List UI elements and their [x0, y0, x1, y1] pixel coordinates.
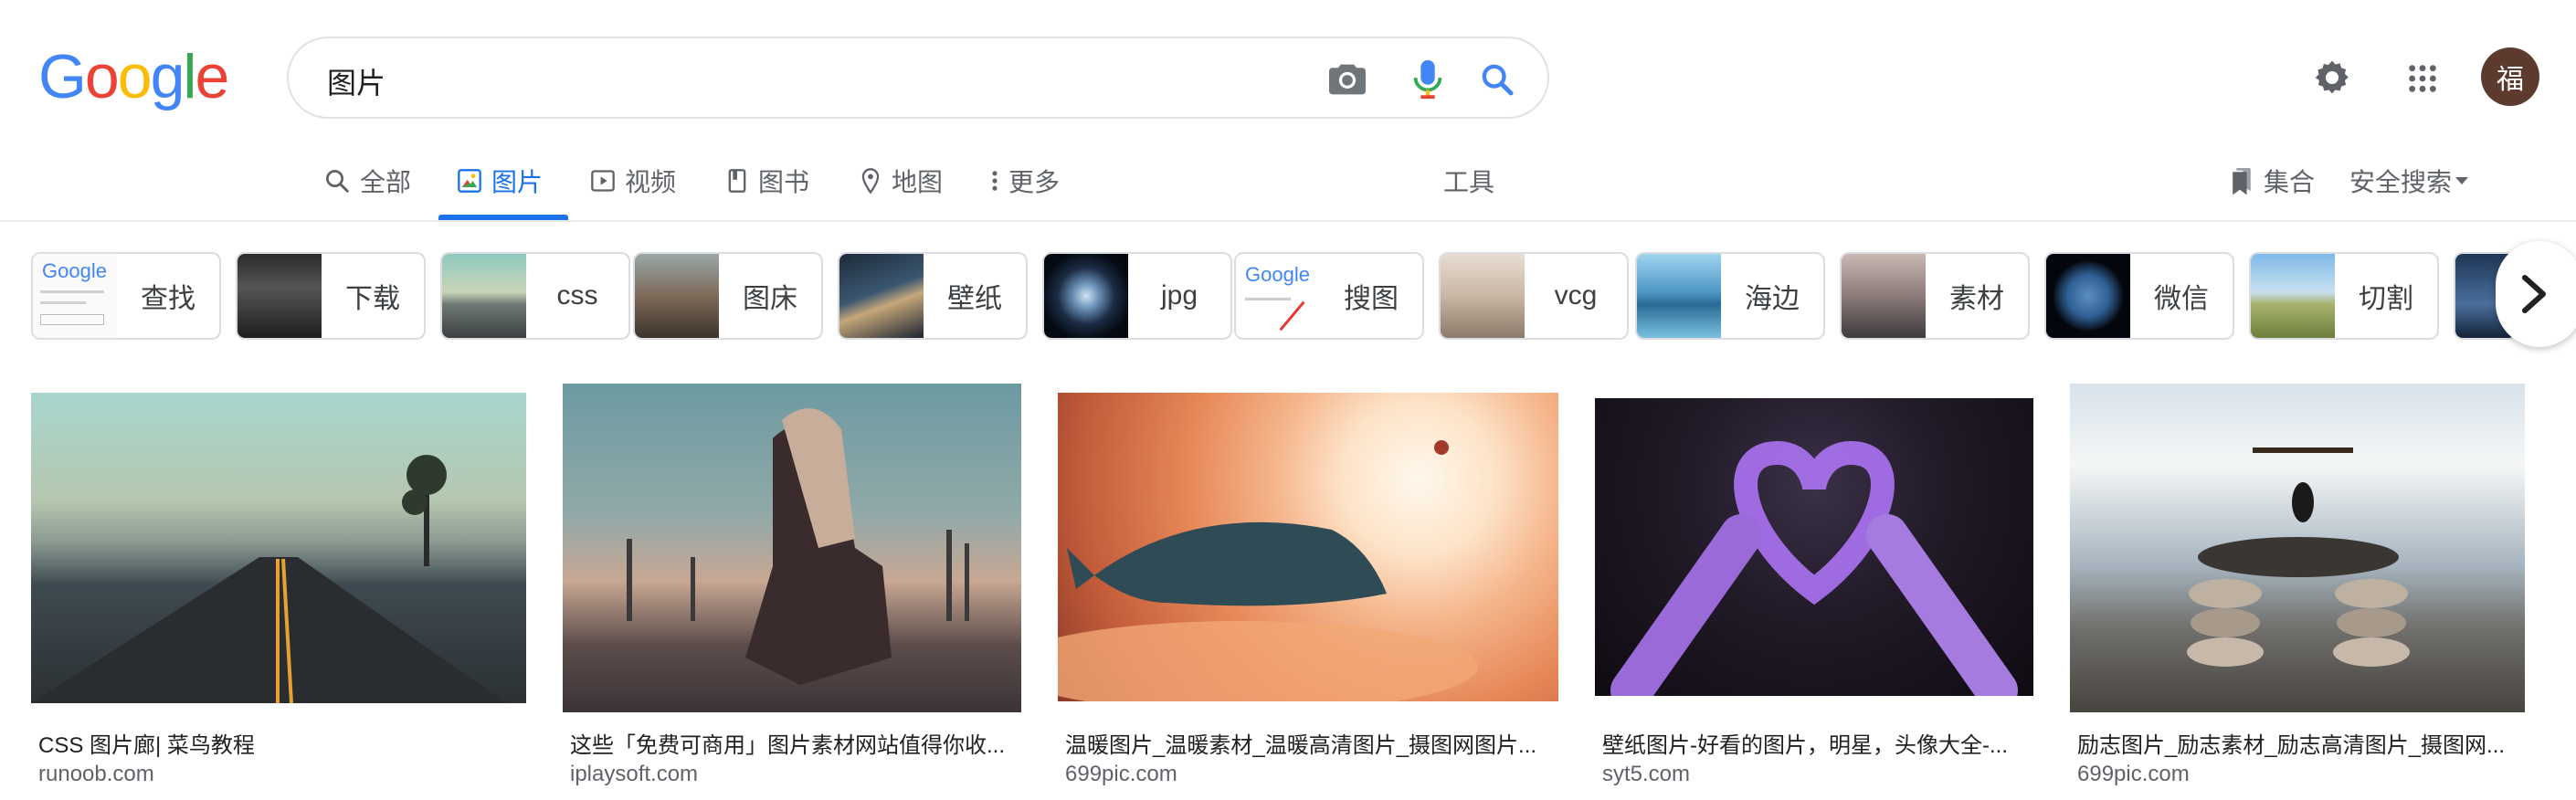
chip-label: vcg — [1554, 280, 1598, 311]
logo-letter: e — [195, 42, 230, 111]
logo-letter: G — [38, 42, 87, 111]
chip-thumbnail — [2046, 254, 2130, 338]
chip-thumbnail — [1044, 254, 1128, 338]
result-title[interactable]: 温暖图片_温暖素材_温暖高清图片_摄图网图片... — [1065, 727, 1540, 759]
chip-jpg[interactable]: jpg — [1042, 252, 1232, 340]
chip-label: jpg — [1160, 280, 1198, 311]
google-word: Google — [1245, 263, 1310, 286]
collections-button[interactable]: 集合 — [2229, 161, 2315, 201]
camera-icon[interactable] — [1325, 57, 1370, 102]
chip-label: 海边 — [1745, 284, 1800, 314]
map-pin-icon — [861, 168, 880, 195]
chip-label: 图床 — [743, 284, 797, 314]
collections-label: 集合 — [2264, 168, 2316, 196]
logo-letter: g — [150, 42, 185, 111]
result-title[interactable]: 励志图片_励志素材_励志高清图片_摄图网... — [2077, 727, 2525, 759]
chip-image-host[interactable]: 图床 — [633, 252, 823, 340]
result-source: iplaysoft.com — [570, 762, 699, 786]
tab-maps[interactable]: 地图 — [859, 161, 943, 201]
bookmark-icon — [2233, 168, 2251, 195]
safesearch-button[interactable]: 安全搜索 — [2349, 161, 2469, 201]
search-icon[interactable] — [1474, 57, 1520, 102]
result-image[interactable] — [563, 384, 1021, 712]
chips-next-button[interactable] — [2496, 241, 2576, 347]
chip-download[interactable]: 下载 — [236, 252, 426, 340]
result-title[interactable]: 这些「免费可商用」图片素材网站值得你收... — [570, 727, 1021, 759]
chevron-right-icon — [2522, 275, 2546, 313]
result-source: 699pic.com — [1065, 762, 1177, 786]
account-avatar[interactable]: 福 — [2481, 47, 2539, 106]
logo-letter: o — [117, 42, 153, 111]
google-logo[interactable]: Google — [38, 42, 230, 111]
chip-label: 壁纸 — [947, 284, 1002, 314]
chip-wechat[interactable]: 微信 — [2044, 252, 2234, 340]
chip-label: 切割 — [2359, 284, 2413, 314]
tabs-divider — [0, 220, 2576, 222]
tab-images[interactable]: 图片 — [457, 161, 543, 201]
tab-all[interactable]: 全部 — [323, 161, 411, 201]
chip-thumbnail — [1842, 254, 1926, 338]
tools-label: 工具 — [1443, 168, 1495, 196]
google-word: Google — [42, 259, 107, 282]
settings-gear-icon[interactable] — [2311, 57, 2353, 99]
chip-seaside[interactable]: 海边 — [1635, 252, 1825, 340]
result-source: runoob.com — [38, 762, 154, 786]
book-icon — [728, 169, 746, 193]
logo-letter: l — [183, 42, 196, 111]
result-image[interactable] — [31, 393, 526, 703]
chip-thumbnail — [635, 254, 719, 338]
more-vert-icon — [992, 171, 998, 191]
caret-down-icon — [2455, 177, 2469, 184]
chip-label: 下载 — [345, 284, 400, 314]
result-image[interactable] — [1595, 398, 2033, 696]
chip-css[interactable]: css — [440, 252, 630, 340]
result-title[interactable]: CSS 图片廊| 菜鸟教程 — [38, 727, 513, 759]
chip-thumbnail — [839, 254, 924, 338]
chip-wallpaper[interactable]: 壁纸 — [838, 252, 1028, 340]
chip-material[interactable]: 素材 — [1840, 252, 2030, 340]
chip-label: 查找 — [141, 284, 195, 314]
chip-label: 微信 — [2154, 284, 2209, 314]
microphone-icon[interactable] — [1405, 57, 1451, 102]
tab-books[interactable]: 图书 — [725, 161, 809, 201]
tab-more[interactable]: 更多 — [990, 161, 1060, 201]
tab-label: 图片 — [491, 168, 544, 196]
result-source: 699pic.com — [2077, 762, 2190, 786]
chip-thumbnail — [238, 254, 322, 338]
tab-videos[interactable]: 视频 — [590, 161, 676, 201]
chip-thumbnail — [1637, 254, 1721, 338]
chip-thumbnail — [2251, 254, 2335, 338]
search-icon — [326, 170, 349, 193]
tools-button[interactable]: 工具 — [1443, 161, 1494, 201]
result-image[interactable] — [1058, 393, 1558, 701]
chip-label: 素材 — [1949, 284, 2004, 314]
safesearch-label: 安全搜索 — [2349, 168, 2453, 196]
tab-label: 地图 — [892, 168, 944, 196]
result-source: syt5.com — [1602, 762, 1691, 786]
image-icon — [458, 169, 481, 193]
logo-letter: o — [84, 42, 120, 111]
chip-thumbnail: Google — [1236, 254, 1320, 338]
result-image[interactable] — [2070, 384, 2525, 712]
chip-find[interactable]: Google 查找 — [31, 252, 221, 340]
chip-label: 搜图 — [1344, 284, 1399, 314]
tab-label: 全部 — [360, 168, 412, 196]
chip-cut[interactable]: 切割 — [2249, 252, 2439, 340]
search-input[interactable]: 图片 — [327, 60, 385, 102]
chip-thumbnail — [1441, 254, 1525, 338]
tab-label: 视频 — [625, 168, 677, 196]
apps-grid-icon[interactable] — [2402, 58, 2443, 99]
tab-label: 图书 — [758, 168, 810, 196]
chip-thumbnail — [442, 254, 526, 338]
search-box[interactable]: 图片 — [287, 37, 1549, 119]
chip-image-search[interactable]: Google 搜图 — [1234, 252, 1424, 340]
result-title[interactable]: 壁纸图片-好看的图片，明星，头像大全-... — [1602, 727, 2032, 759]
video-icon — [591, 170, 615, 192]
tab-label: 更多 — [1008, 168, 1061, 196]
chip-label: css — [556, 280, 598, 311]
chip-thumbnail: Google — [33, 254, 117, 338]
chip-vcg[interactable]: vcg — [1439, 252, 1629, 340]
